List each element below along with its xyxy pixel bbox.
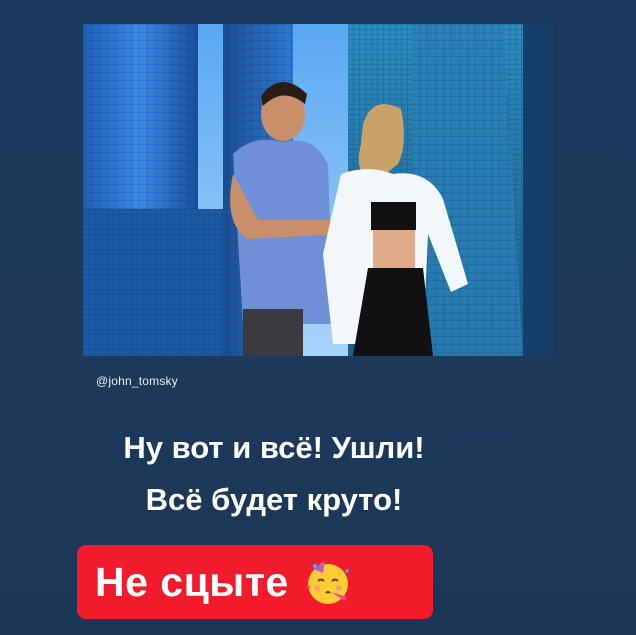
partying-face-icon <box>307 561 349 604</box>
couple-photo-image <box>83 24 553 356</box>
caption-line-1: Ну вот и всё! Ушли! <box>123 430 425 465</box>
caption-line-2: Всё будет круто! <box>145 482 403 517</box>
username-tag[interactable]: @john_tomsky <box>96 374 178 388</box>
sticker-text: Не сцыте <box>95 558 289 605</box>
text-sticker: Не сцыте <box>77 545 433 619</box>
story-photo[interactable] <box>83 24 553 356</box>
